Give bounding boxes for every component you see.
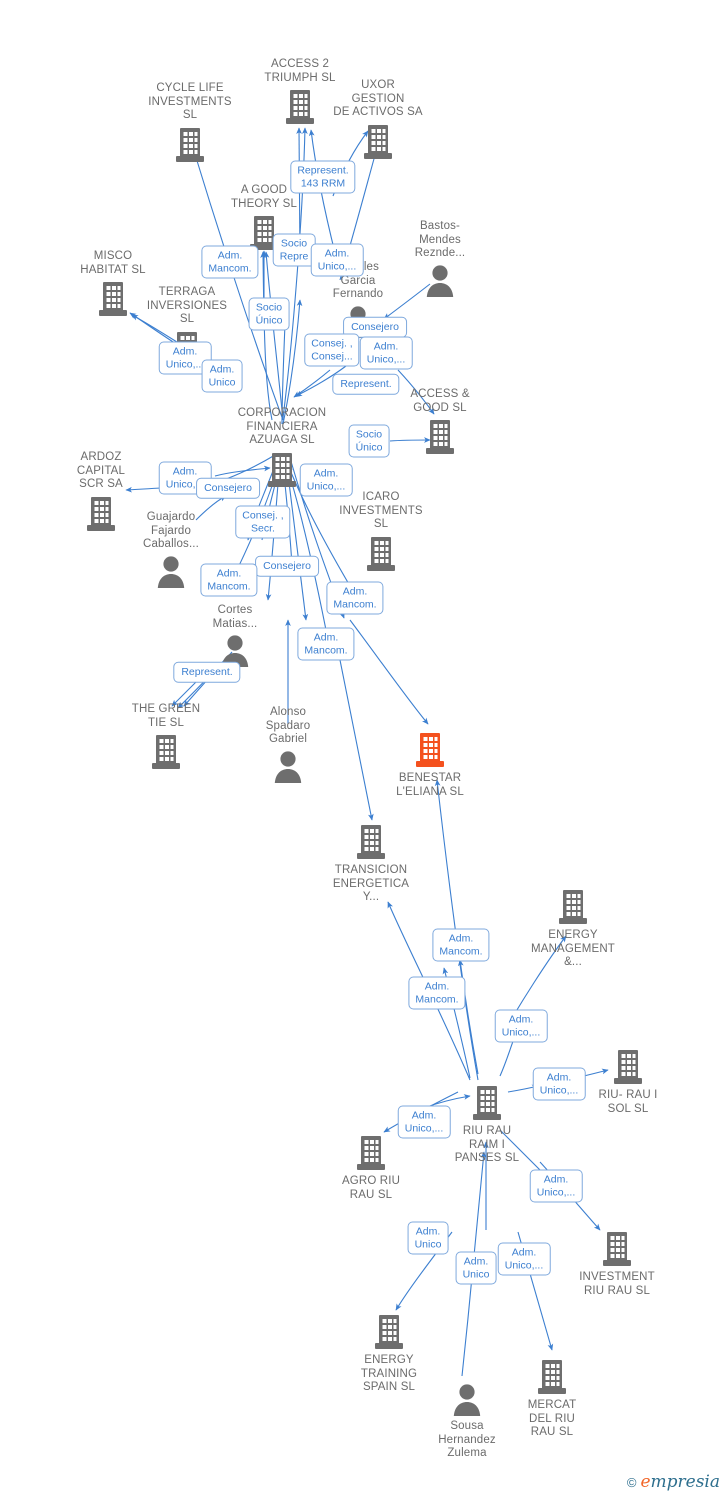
- node-label-sousa: Sousa Hernandez Zulema: [438, 1420, 496, 1459]
- node-label-misco_habitat: MISCO HABITAT SL: [80, 250, 146, 276]
- copyright-symbol: ©: [626, 1474, 637, 1490]
- relation-chip-c22[interactable]: Adm. Mancom.: [432, 928, 490, 962]
- relation-chip-c11[interactable]: Represent.: [332, 373, 400, 395]
- node-label-cycle_life: CYCLE LIFE INVESTMENTS SL: [148, 82, 232, 121]
- relation-chip-c27[interactable]: Adm. Unico,...: [529, 1169, 583, 1203]
- company-icon: [311, 1134, 431, 1172]
- node-riu_rau_i_sol[interactable]: RIU- RAU I SOL SL: [568, 1048, 688, 1116]
- relation-chip-c30[interactable]: Adm. Unico,...: [497, 1242, 551, 1276]
- relation-chip-c19[interactable]: Adm. Mancom.: [326, 581, 384, 615]
- relation-chip-c17[interactable]: Consejero: [255, 555, 319, 577]
- node-label-ardoz: ARDOZ CAPITAL SCR SA: [76, 451, 126, 490]
- node-label-terraga: TERRAGA INVERSIONES SL: [146, 286, 228, 325]
- node-label-transicion: TRANSICION ENERGETICA Y...: [332, 864, 410, 903]
- brand-remainder: mpresia: [650, 1472, 721, 1492]
- node-label-bastos_mendes: Bastos- Mendes Reznde...: [414, 220, 466, 259]
- relation-chip-c08[interactable]: Adm. Unico,...: [359, 336, 413, 370]
- company-icon: [557, 1230, 677, 1268]
- relation-chip-c04[interactable]: Adm. Unico,...: [310, 243, 364, 277]
- network-diagram-canvas: CYCLE LIFE INVESTMENTS SL ACCESS 2 TRIUMP…: [0, 0, 728, 1500]
- node-label-riu_rau_i_sol: RIU- RAU I SOL SL: [598, 1089, 658, 1115]
- node-uxor[interactable]: UXOR GESTION DE ACTIVOS SA: [318, 79, 438, 161]
- person-icon: [228, 750, 348, 784]
- relation-chip-c25[interactable]: Adm. Unico,...: [532, 1067, 586, 1101]
- relation-chip-c14[interactable]: Consejero: [196, 477, 260, 499]
- company-icon: [311, 823, 431, 861]
- relation-chip-c23[interactable]: Adm. Mancom.: [408, 976, 466, 1010]
- node-label-benestar: BENESTAR L'ELIANA SL: [396, 772, 464, 798]
- relation-chip-c24[interactable]: Adm. Unico,...: [494, 1009, 548, 1043]
- brand-initial: e: [640, 1472, 651, 1492]
- node-label-corporacion: CORPORACION FINANCIERA AZUAGA SL: [237, 407, 327, 446]
- company-icon: [513, 888, 633, 926]
- node-benestar[interactable]: BENESTAR L'ELIANA SL: [370, 731, 490, 799]
- relation-chip-c28[interactable]: Adm. Unico: [407, 1221, 449, 1255]
- node-label-agro_riu_rau: AGRO RIU RAU SL: [341, 1175, 401, 1201]
- relation-chip-c21[interactable]: Represent.: [173, 661, 241, 683]
- company-icon: [130, 126, 250, 164]
- focus-company-icon: [370, 731, 490, 769]
- relation-chip-c18[interactable]: Adm. Mancom.: [200, 563, 258, 597]
- node-label-alonso_spadaro: Alonso Spadaro Gabriel: [265, 706, 311, 745]
- relation-chip-c07[interactable]: Consej. , Consej...: [304, 333, 360, 367]
- relation-chip-c29[interactable]: Adm. Unico: [455, 1251, 497, 1285]
- relation-chip-c02[interactable]: Adm. Mancom.: [201, 245, 259, 279]
- relation-chip-c05[interactable]: Socio Único: [248, 297, 290, 331]
- relation-chip-c16[interactable]: Consej. , Secr.: [235, 505, 291, 539]
- node-label-investment_riu: INVESTMENT RIU RAU SL: [579, 1271, 655, 1297]
- node-the_green_tie[interactable]: THE GREEN TIE SL: [106, 703, 226, 771]
- relation-chip-c10[interactable]: Adm. Unico: [201, 359, 243, 393]
- relation-chip-c03[interactable]: Socio Repre: [272, 233, 316, 267]
- empresia-watermark: © empresia: [627, 1472, 720, 1492]
- node-investment_riu[interactable]: INVESTMENT RIU RAU SL: [557, 1230, 677, 1298]
- company-icon: [329, 1313, 449, 1351]
- node-label-icaro: ICARO INVESTMENTS SL: [339, 491, 423, 530]
- company-icon: [380, 418, 500, 456]
- node-alonso_spadaro[interactable]: Alonso Spadaro Gabriel: [228, 706, 348, 784]
- person-icon: [407, 1383, 527, 1417]
- brand-wordmark: empresia: [640, 1472, 720, 1492]
- node-cortes_matias[interactable]: Cortes Matias...: [175, 604, 295, 668]
- relation-chip-c26[interactable]: Adm. Unico,...: [397, 1105, 451, 1139]
- node-energy_mgmt[interactable]: ENERGY MANAGEMENT &...: [513, 888, 633, 970]
- node-access_good[interactable]: ACCESS & GOOD SL: [380, 388, 500, 456]
- node-agro_riu_rau[interactable]: AGRO RIU RAU SL: [311, 1134, 431, 1202]
- relation-chip-c15[interactable]: Adm. Unico,...: [299, 463, 353, 497]
- node-transicion[interactable]: TRANSICION ENERGETICA Y...: [311, 823, 431, 905]
- relation-chip-c01[interactable]: Represent. 143 RRM: [290, 160, 356, 194]
- company-icon: [321, 535, 441, 573]
- node-label-guajardo: Guajardo Fajardo Caballos...: [143, 511, 199, 550]
- company-icon: [106, 733, 226, 771]
- node-label-cortes_matias: Cortes Matias...: [212, 604, 258, 630]
- node-cycle_life[interactable]: CYCLE LIFE INVESTMENTS SL: [130, 82, 250, 164]
- node-label-energy_mgmt: ENERGY MANAGEMENT &...: [531, 929, 615, 968]
- relation-chip-c12[interactable]: Socio Único: [348, 424, 390, 458]
- company-icon: [568, 1048, 688, 1086]
- node-label-the_green_tie: THE GREEN TIE SL: [131, 703, 201, 729]
- node-icaro[interactable]: ICARO INVESTMENTS SL: [321, 491, 441, 573]
- node-sousa[interactable]: Sousa Hernandez Zulema: [407, 1383, 527, 1461]
- node-label-uxor: UXOR GESTION DE ACTIVOS SA: [333, 79, 423, 118]
- company-icon: [318, 123, 438, 161]
- relation-chip-c20[interactable]: Adm. Mancom.: [297, 627, 355, 661]
